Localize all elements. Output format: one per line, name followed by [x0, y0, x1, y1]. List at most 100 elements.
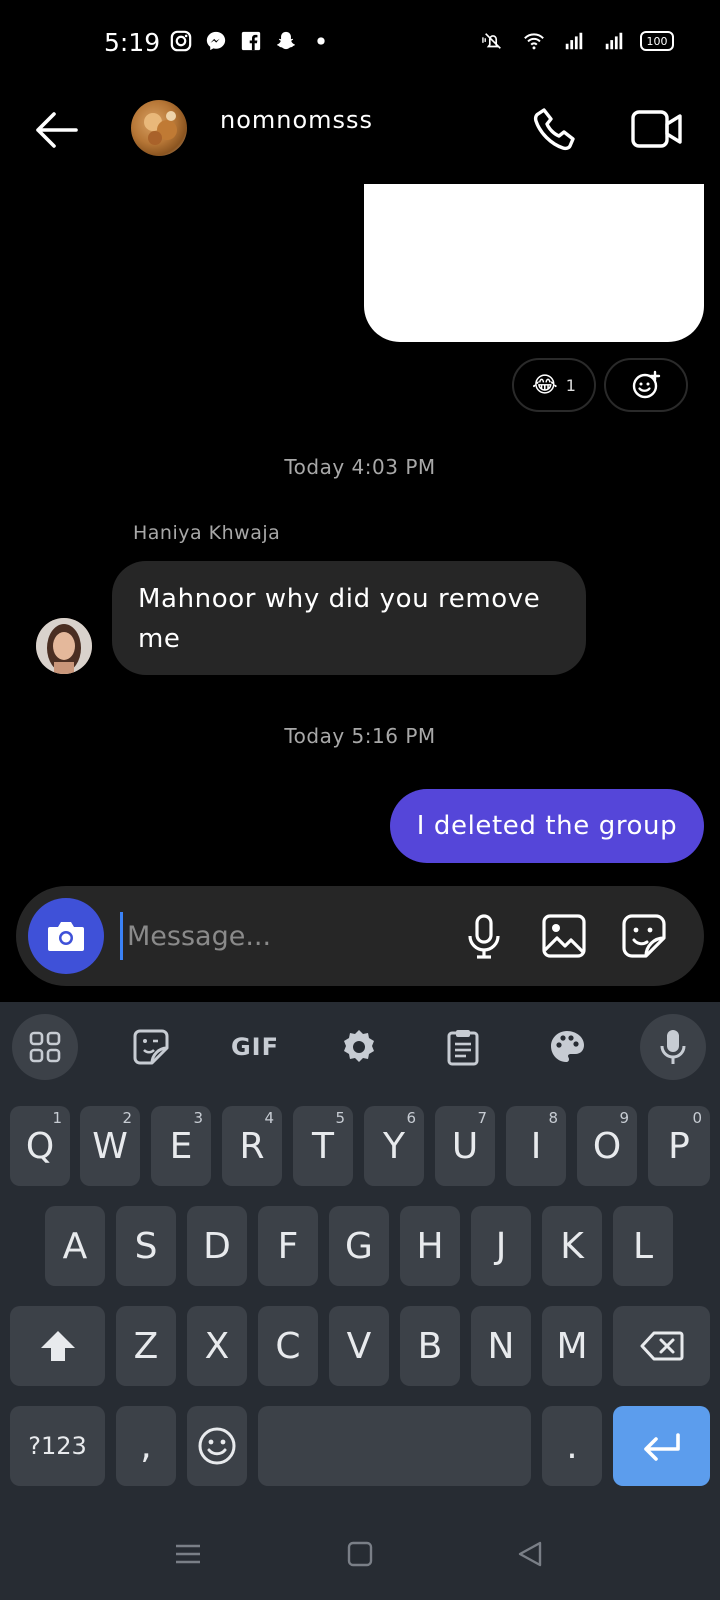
- key-label: V: [346, 1325, 372, 1367]
- key-k[interactable]: K: [542, 1206, 602, 1286]
- space-key[interactable]: [258, 1406, 531, 1486]
- battery-icon: 100: [640, 31, 674, 51]
- key-hint: 8: [548, 1109, 558, 1127]
- key-b[interactable]: B: [400, 1306, 460, 1386]
- emoji-icon: [198, 1427, 236, 1465]
- home-square-icon[interactable]: [338, 1532, 382, 1576]
- key-y[interactable]: Y6: [364, 1106, 424, 1186]
- mute-vibrate-icon: [482, 33, 501, 49]
- key-w[interactable]: W2: [80, 1106, 140, 1186]
- comma-key[interactable]: ,: [116, 1406, 176, 1486]
- enter-key[interactable]: [613, 1406, 710, 1486]
- key-t[interactable]: T5: [293, 1106, 353, 1186]
- mic-icon[interactable]: [640, 1014, 706, 1080]
- signal-icon: [605, 32, 623, 50]
- key-s[interactable]: S: [116, 1206, 176, 1286]
- message-timestamp: Today 5:16 PM: [284, 724, 436, 748]
- phone-icon[interactable]: [530, 104, 580, 154]
- dot-icon: [317, 37, 325, 45]
- key-label: X: [204, 1325, 230, 1367]
- outgoing-message[interactable]: I deleted the group: [390, 789, 704, 863]
- key-o[interactable]: O9: [577, 1106, 637, 1186]
- signal-icon: [565, 32, 583, 50]
- key-label: ?123: [28, 1432, 87, 1460]
- video-camera-icon[interactable]: [630, 104, 684, 154]
- emoji-key[interactable]: [187, 1406, 247, 1486]
- shift-key[interactable]: [10, 1306, 105, 1386]
- key-label: .: [566, 1425, 578, 1467]
- sticker-icon[interactable]: [118, 1014, 184, 1080]
- key-label: Z: [133, 1325, 159, 1367]
- key-n[interactable]: N: [471, 1306, 531, 1386]
- key-label: C: [275, 1325, 301, 1367]
- arrow-left-icon[interactable]: [32, 108, 80, 152]
- key-label: L: [632, 1225, 654, 1267]
- key-l[interactable]: L: [613, 1206, 673, 1286]
- key-h[interactable]: H: [400, 1206, 460, 1286]
- enter-icon: [643, 1433, 680, 1461]
- sticker-icon[interactable]: [620, 912, 668, 960]
- media-message[interactable]: [364, 184, 704, 342]
- key-label: I: [530, 1125, 542, 1167]
- backspace-key[interactable]: [613, 1306, 710, 1386]
- keyboard-toolbar: GIF: [0, 1002, 720, 1090]
- symbols-key[interactable]: ?123: [10, 1406, 105, 1486]
- key-e[interactable]: E3: [151, 1106, 211, 1186]
- group-avatar[interactable]: [131, 100, 187, 156]
- apps-grid-icon[interactable]: [12, 1014, 78, 1080]
- gallery-icon[interactable]: [540, 912, 588, 960]
- backspace-icon: [640, 1331, 683, 1361]
- key-j[interactable]: J: [471, 1206, 531, 1286]
- key-hint: 7: [477, 1109, 487, 1127]
- key-z[interactable]: Z: [116, 1306, 176, 1386]
- shift-icon: [40, 1331, 75, 1361]
- clipboard-icon[interactable]: [430, 1014, 496, 1080]
- key-g[interactable]: G: [329, 1206, 389, 1286]
- status-bar: 5:19 100: [0, 0, 720, 90]
- key-i[interactable]: I8: [506, 1106, 566, 1186]
- key-label: S: [134, 1225, 158, 1267]
- menu-icon[interactable]: [166, 1532, 210, 1576]
- key-d[interactable]: D: [187, 1206, 247, 1286]
- period-key[interactable]: .: [542, 1406, 602, 1486]
- key-hint: 6: [406, 1109, 416, 1127]
- navigation-bar: [0, 1510, 720, 1600]
- add-reaction-button[interactable]: [604, 358, 688, 412]
- avatar[interactable]: [36, 618, 92, 674]
- key-c[interactable]: C: [258, 1306, 318, 1386]
- key-hint: 5: [335, 1109, 345, 1127]
- key-m[interactable]: M: [542, 1306, 602, 1386]
- reaction-count: 1: [565, 375, 576, 395]
- status-time: 5:19: [104, 28, 161, 57]
- key-a[interactable]: A: [45, 1206, 105, 1286]
- key-x[interactable]: X: [187, 1306, 247, 1386]
- key-hint: 1: [52, 1109, 62, 1127]
- gif-button[interactable]: GIF: [222, 1014, 288, 1080]
- message-text: I deleted the group: [416, 811, 678, 841]
- key-label: R: [239, 1125, 265, 1167]
- key-label: D: [203, 1225, 231, 1267]
- instagram-icon: [170, 30, 192, 52]
- chat-header: nomnomsss: [0, 90, 720, 180]
- key-label: F: [277, 1225, 299, 1267]
- palette-icon[interactable]: [534, 1014, 600, 1080]
- back-triangle-icon[interactable]: [508, 1532, 552, 1576]
- key-hint: 0: [692, 1109, 702, 1127]
- key-hint: 4: [264, 1109, 274, 1127]
- microphone-icon[interactable]: [460, 912, 508, 960]
- incoming-message[interactable]: Mahnoor why did you remove me: [112, 561, 586, 675]
- key-v[interactable]: V: [329, 1306, 389, 1386]
- key-u[interactable]: U7: [435, 1106, 495, 1186]
- message-input[interactable]: [120, 912, 450, 960]
- key-f[interactable]: F: [258, 1206, 318, 1286]
- camera-button[interactable]: [28, 898, 104, 974]
- chat-title[interactable]: nomnomsss: [220, 106, 373, 134]
- key-r[interactable]: R4: [222, 1106, 282, 1186]
- key-q[interactable]: Q1: [10, 1106, 70, 1186]
- wifi-icon: [524, 33, 544, 50]
- reaction-badge[interactable]: 😂 1: [512, 358, 596, 412]
- sender-photo: [36, 618, 92, 674]
- settings-icon[interactable]: [326, 1014, 392, 1080]
- key-p[interactable]: P0: [648, 1106, 710, 1186]
- key-label: B: [417, 1325, 443, 1367]
